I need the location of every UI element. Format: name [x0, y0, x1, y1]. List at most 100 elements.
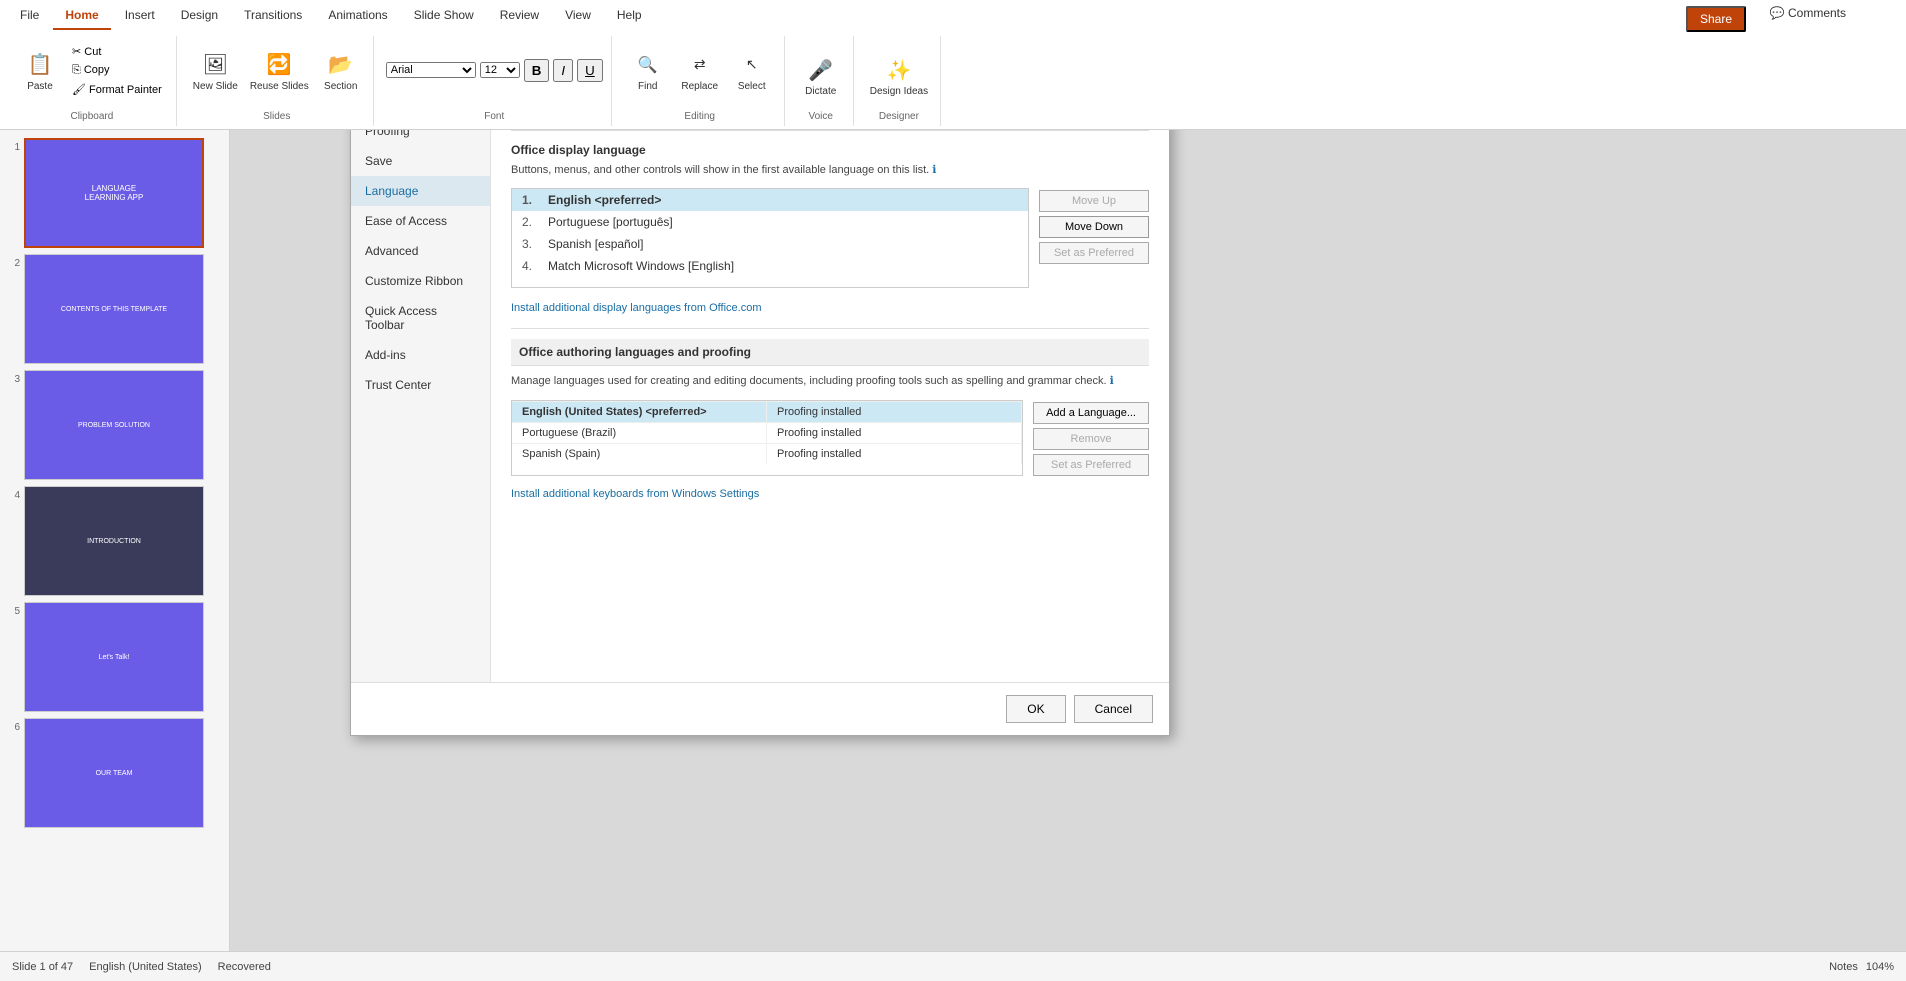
lang-item-4[interactable]: 4. Match Microsoft Windows [English]	[512, 255, 1028, 277]
lang-item-1[interactable]: 1. English <preferred>	[512, 189, 1028, 211]
slide-thumb-6[interactable]: 6 OUR TEAM	[4, 718, 225, 828]
set-as-preferred-authoring-button[interactable]: Set as Preferred	[1033, 454, 1149, 476]
slide-thumb-4[interactable]: 4 INTRODUCTION	[4, 486, 225, 596]
auth-row-1[interactable]: English (United States) <preferred> Proo…	[512, 401, 1022, 422]
auth-row-2[interactable]: Portuguese (Brazil) Proofing installed	[512, 422, 1022, 443]
copy-button[interactable]: ⎘ Copy	[66, 62, 168, 79]
replace-button[interactable]: ⇄ Replace	[676, 45, 724, 96]
status-right: Notes 104%	[1829, 961, 1894, 973]
notes-button[interactable]: Notes	[1829, 961, 1858, 973]
status-bar: Slide 1 of 47 English (United States) Re…	[0, 951, 1906, 981]
auth-status-2: Proofing installed	[767, 423, 1022, 443]
design-ideas-button[interactable]: ✨ Design Ideas	[866, 50, 932, 101]
ribbon-group-slides: 🖼 New Slide 🔁 Reuse Slides 📂 Section Sli…	[181, 36, 374, 126]
slide-num-4: 4	[4, 490, 20, 501]
slide-img-1[interactable]: LANGUAGELEARNING APP	[24, 138, 204, 248]
font-size-select[interactable]: 12	[480, 62, 520, 78]
recovered-status: Recovered	[218, 961, 271, 973]
share-button[interactable]: Share	[1686, 6, 1746, 32]
info-icon: ℹ	[932, 164, 936, 176]
tab-design[interactable]: Design	[169, 2, 230, 30]
slide-img-3[interactable]: PROBLEM SOLUTION	[24, 370, 204, 480]
ribbon-group-font: Arial 12 B I U Font	[378, 36, 612, 126]
find-button[interactable]: 🔍 Find	[624, 45, 672, 96]
ok-button[interactable]: OK	[1006, 695, 1065, 723]
add-language-button[interactable]: Add a Language...	[1033, 402, 1149, 424]
tab-help[interactable]: Help	[605, 2, 654, 30]
tab-animations[interactable]: Animations	[316, 2, 399, 30]
lang-item-2[interactable]: 2. Portuguese [português]	[512, 211, 1028, 233]
remove-button[interactable]: Remove	[1033, 428, 1149, 450]
install-keyboards-link[interactable]: Install additional keyboards from Window…	[511, 488, 759, 500]
auth-lang-1: English (United States) <preferred>	[512, 402, 767, 422]
ribbon-group-designer: ✨ Design Ideas Designer	[858, 36, 941, 126]
display-language-list[interactable]: 1. English <preferred> 2. Portuguese [po…	[511, 188, 1029, 288]
ribbon: File Home Insert Design Transitions Anim…	[0, 0, 1906, 130]
slide-num-6: 6	[4, 722, 20, 733]
tab-view[interactable]: View	[553, 2, 603, 30]
font-family-select[interactable]: Arial	[386, 62, 476, 78]
lang-label-3: Spanish [español]	[548, 237, 643, 251]
lang-label-2: Portuguese [português]	[548, 215, 673, 229]
install-display-lang-link[interactable]: Install additional display languages fro…	[511, 302, 762, 314]
slide-img-6[interactable]: OUR TEAM	[24, 718, 204, 828]
slide-thumb-1[interactable]: 1 LANGUAGELEARNING APP	[4, 138, 225, 248]
new-slide-button[interactable]: 🖼 New Slide	[189, 45, 242, 96]
cancel-button[interactable]: Cancel	[1074, 695, 1153, 723]
cut-button[interactable]: ✂ Cut	[66, 43, 168, 60]
auth-status-3: Proofing installed	[767, 444, 1022, 464]
tab-review[interactable]: Review	[488, 2, 551, 30]
tab-home[interactable]: Home	[53, 2, 110, 30]
paste-button[interactable]: 📋 Paste	[16, 45, 64, 96]
reuse-slides-button[interactable]: 🔁 Reuse Slides	[246, 45, 313, 96]
nav-item-advanced[interactable]: Advanced	[351, 236, 490, 266]
tab-file[interactable]: File	[8, 2, 51, 30]
underline-button[interactable]: U	[577, 59, 603, 82]
tab-slideshow[interactable]: Slide Show	[402, 2, 486, 30]
display-language-list-container: 1. English <preferred> 2. Portuguese [po…	[511, 188, 1149, 288]
set-as-preferred-display-button[interactable]: Set as Preferred	[1039, 242, 1149, 264]
slide-img-5[interactable]: Let's Talk!	[24, 602, 204, 712]
authoring-heading: Office authoring languages and proofing	[511, 339, 1149, 366]
nav-item-add-ins[interactable]: Add-ins	[351, 340, 490, 370]
lang-item-3[interactable]: 3. Spanish [español]	[512, 233, 1028, 255]
ribbon-body: 📋 Paste ✂ Cut ⎘ Copy 🖌 Format Painter Cl…	[0, 32, 1906, 130]
italic-button[interactable]: I	[553, 59, 573, 82]
slide-img-2[interactable]: CONTENTS OF THIS TEMPLATE	[24, 254, 204, 364]
section-button[interactable]: 📂 Section	[317, 45, 365, 96]
authoring-table[interactable]: English (United States) <preferred> Proo…	[511, 400, 1023, 476]
dictate-button[interactable]: 🎤 Dictate	[797, 50, 845, 101]
move-up-button[interactable]: Move Up	[1039, 190, 1149, 212]
nav-item-language[interactable]: Language	[351, 176, 490, 206]
dialog-nav: General Proofing Save Language Ease of A…	[351, 82, 491, 682]
slide-thumb-3[interactable]: 3 PROBLEM SOLUTION	[4, 370, 225, 480]
slide-thumb-5[interactable]: 5 Let's Talk!	[4, 602, 225, 712]
lang-label-4: Match Microsoft Windows [English]	[548, 259, 734, 273]
nav-item-ease-of-access[interactable]: Ease of Access	[351, 206, 490, 236]
designer-label: Designer	[879, 111, 919, 122]
select-button[interactable]: ↖ Select	[728, 45, 776, 96]
tab-insert[interactable]: Insert	[113, 2, 167, 30]
slide-num-1: 1	[4, 142, 20, 153]
slide-num-2: 2	[4, 258, 20, 269]
nav-item-save[interactable]: Save	[351, 146, 490, 176]
auth-lang-2: Portuguese (Brazil)	[512, 423, 767, 443]
slide-img-4[interactable]: INTRODUCTION	[24, 486, 204, 596]
dialog-content: A Office Language Preferences Office dis…	[491, 82, 1169, 682]
comments-button[interactable]: 💬 Comments	[1770, 6, 1846, 20]
authoring-table-container: English (United States) <preferred> Proo…	[511, 400, 1149, 476]
nav-item-trust-center[interactable]: Trust Center	[351, 370, 490, 400]
clipboard-label: Clipboard	[70, 111, 113, 122]
bold-button[interactable]: B	[524, 59, 550, 82]
section-divider	[511, 328, 1149, 329]
tab-transitions[interactable]: Transitions	[232, 2, 314, 30]
lang-label-1: English <preferred>	[548, 193, 661, 207]
auth-row-3[interactable]: Spanish (Spain) Proofing installed	[512, 443, 1022, 464]
move-down-button[interactable]: Move Down	[1039, 216, 1149, 238]
display-language-heading: Office display language	[511, 143, 1149, 157]
nav-item-quick-access-toolbar[interactable]: Quick Access Toolbar	[351, 296, 490, 340]
format-painter-button[interactable]: 🖌 Format Painter	[66, 81, 168, 98]
slide-thumb-2[interactable]: 2 CONTENTS OF THIS TEMPLATE	[4, 254, 225, 364]
nav-item-customize-ribbon[interactable]: Customize Ribbon	[351, 266, 490, 296]
font-label: Font	[484, 111, 504, 122]
